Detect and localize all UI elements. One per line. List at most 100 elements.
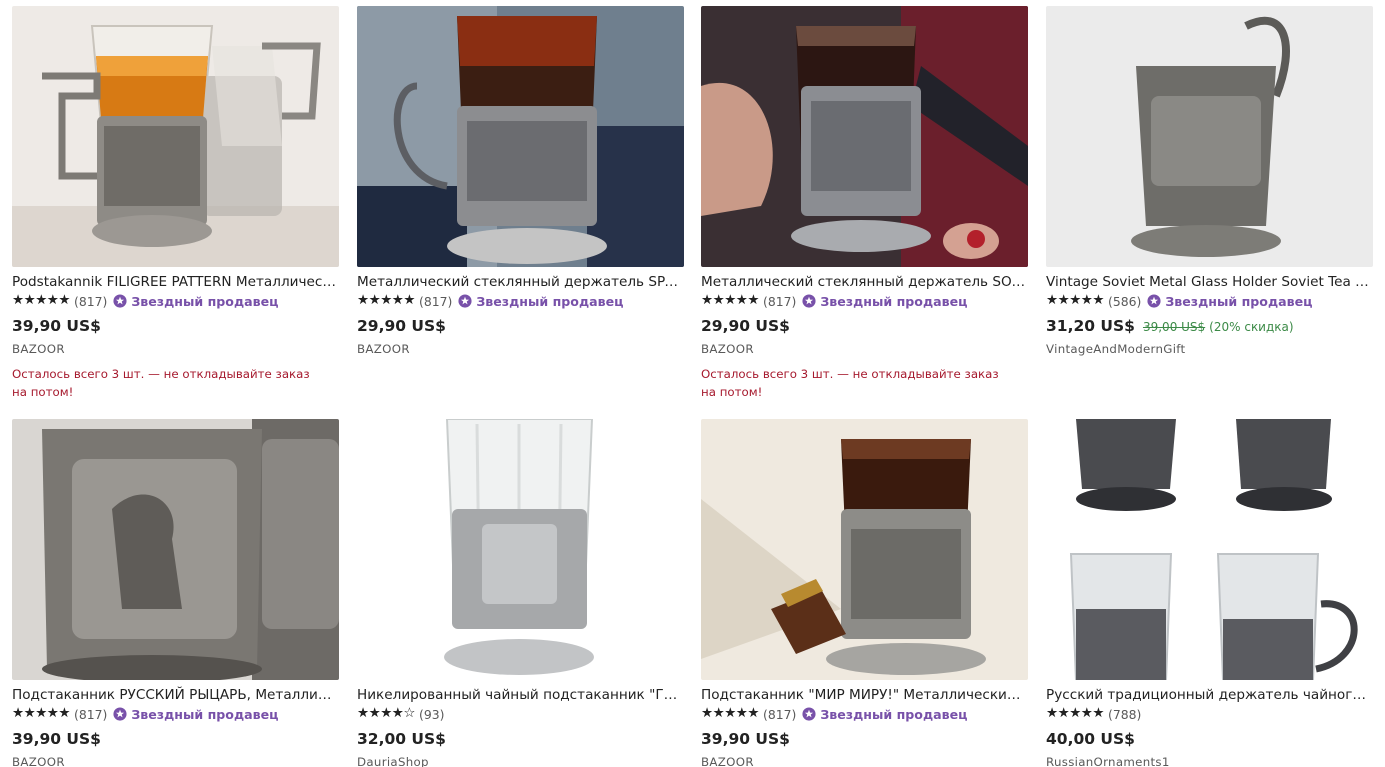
original-price: 39,00 US$ <box>1142 320 1206 334</box>
price-row: 32,00 US$ <box>357 730 684 751</box>
price-row: 40,00 US$ <box>1046 730 1373 751</box>
star-seller-label: Звездный продавец <box>820 706 968 722</box>
review-count: (817) <box>419 293 453 309</box>
star-seller-label: Звездный продавец <box>131 293 279 309</box>
price: 39,90 US$ <box>701 730 790 748</box>
shop-name[interactable]: BAZOOR <box>357 342 684 356</box>
listing-title[interactable]: Подстаканник "МИР МИРУ!" Металлический с… <box>701 686 1028 704</box>
star-seller-icon <box>458 294 472 308</box>
shop-name[interactable]: RussianOrnaments1 <box>1046 755 1373 767</box>
listing-card[interactable]: Подстаканник РУССКИЙ РЫЦАРЬ, Металлическ… <box>12 419 339 767</box>
listing-title[interactable]: Никелированный чайный подстаканник "Герб… <box>357 686 684 704</box>
star-seller-badge: Звездный продавец <box>113 294 278 309</box>
discount-label: (20% скидка) <box>1209 320 1294 334</box>
rating-row: ★★★★☆ (93) <box>357 704 684 724</box>
rating-row: ★★★★★ (817) Звездный продавец <box>12 704 339 724</box>
listing-image[interactable] <box>12 6 339 267</box>
rating-row: ★★★★★ (817) Звездный продавец <box>12 291 339 311</box>
review-count: (788) <box>1108 706 1142 722</box>
listing-card[interactable]: Русский традиционный держатель чайного с… <box>1046 419 1373 767</box>
price-row: 31,20 US$ 39,00 US$ (20% скидка) <box>1046 317 1373 338</box>
star-seller-icon <box>113 294 127 308</box>
price-row: 29,90 US$ <box>701 317 1028 338</box>
listing-title[interactable]: Русский традиционный держатель чайного с… <box>1046 686 1373 704</box>
star-seller-badge: Звездный продавец <box>113 707 278 722</box>
listing-card[interactable]: Vintage Soviet Metal Glass Holder Soviet… <box>1046 6 1373 356</box>
star-seller-label: Звездный продавец <box>131 706 279 722</box>
shop-name[interactable]: DauriaShop <box>357 755 684 767</box>
review-count: (586) <box>1108 293 1142 309</box>
star-seller-icon <box>802 707 816 721</box>
star-seller-label: Звездный продавец <box>1165 293 1313 309</box>
rating-row: ★★★★★ (817) Звездный продавец <box>357 291 684 311</box>
listing-image[interactable] <box>357 419 684 680</box>
listing-title[interactable]: Металлический стеклянный держатель SPACE… <box>357 273 684 291</box>
shop-name[interactable]: BAZOOR <box>12 342 339 356</box>
star-seller-label: Звездный продавец <box>820 293 968 309</box>
star-rating: ★★★★★ <box>701 705 760 722</box>
review-count: (817) <box>763 706 797 722</box>
listing-title[interactable]: Металлический стеклянный держатель SOVIE… <box>701 273 1028 291</box>
listing-card[interactable]: Металлический стеклянный держатель SPACE… <box>357 6 684 356</box>
price: 40,00 US$ <box>1046 730 1135 748</box>
shop-name[interactable]: BAZOOR <box>12 755 339 767</box>
listing-card[interactable]: Подстаканник "МИР МИРУ!" Металлический с… <box>701 419 1028 767</box>
star-rating: ★★★★★ <box>701 292 760 309</box>
listing-image[interactable] <box>1046 6 1373 267</box>
rating-row: ★★★★★ (817) Звездный продавец <box>701 704 1028 724</box>
star-seller-label: Звездный продавец <box>476 293 624 309</box>
listing-title[interactable]: Vintage Soviet Metal Glass Holder Soviet… <box>1046 273 1373 291</box>
star-rating: ★★★★☆ <box>357 705 416 722</box>
star-rating: ★★★★★ <box>1046 705 1105 722</box>
price-row: 29,90 US$ <box>357 317 684 338</box>
listing-image[interactable] <box>357 6 684 267</box>
price-row: 39,90 US$ <box>12 730 339 751</box>
listing-photo <box>701 6 1028 267</box>
review-count: (817) <box>763 293 797 309</box>
price: 39,90 US$ <box>12 317 101 335</box>
shop-name[interactable]: BAZOOR <box>701 342 1028 356</box>
star-rating: ★★★★★ <box>1046 292 1105 309</box>
listing-image[interactable] <box>1046 419 1373 680</box>
price-row: 39,90 US$ <box>12 317 339 338</box>
listing-photo <box>1046 419 1373 680</box>
star-rating: ★★★★★ <box>12 292 71 309</box>
star-rating: ★★★★★ <box>12 705 71 722</box>
listing-image[interactable] <box>701 6 1028 267</box>
price: 29,90 US$ <box>701 317 790 335</box>
listing-photo <box>701 419 1028 680</box>
price: 29,90 US$ <box>357 317 446 335</box>
price: 32,00 US$ <box>357 730 446 748</box>
star-seller-badge: Звездный продавец <box>802 294 967 309</box>
listing-photo <box>12 6 339 267</box>
listing-image[interactable] <box>12 419 339 680</box>
rating-row: ★★★★★ (817) Звездный продавец <box>701 291 1028 311</box>
star-seller-badge: Звездный продавец <box>1147 294 1312 309</box>
review-count: (817) <box>74 293 108 309</box>
price: 39,90 US$ <box>12 730 101 748</box>
listing-photo <box>357 6 684 267</box>
review-count: (93) <box>419 706 445 722</box>
listing-photo <box>357 419 684 680</box>
rating-row: ★★★★★ (586) Звездный продавец <box>1046 291 1373 311</box>
star-seller-icon <box>113 707 127 721</box>
star-seller-icon <box>1147 294 1161 308</box>
listing-card[interactable]: Никелированный чайный подстаканник "Герб… <box>357 419 684 767</box>
price: 31,20 US$ <box>1046 317 1135 335</box>
listing-photo <box>12 419 339 680</box>
stock-alert: Осталось всего 3 шт. — не откладывайте з… <box>12 367 310 399</box>
shop-name[interactable]: BAZOOR <box>701 755 1028 767</box>
review-count: (817) <box>74 706 108 722</box>
listing-title[interactable]: Подстаканник РУССКИЙ РЫЦАРЬ, Металлическ… <box>12 686 339 704</box>
shop-name[interactable]: VintageAndModernGift <box>1046 342 1373 356</box>
star-rating: ★★★★★ <box>357 292 416 309</box>
star-seller-icon <box>802 294 816 308</box>
listing-title[interactable]: Podstakannik FILIGREE PATTERN Металличес… <box>12 273 339 291</box>
listing-image[interactable] <box>701 419 1028 680</box>
star-seller-badge: Звездный продавец <box>802 707 967 722</box>
price-row: 39,90 US$ <box>701 730 1028 751</box>
listing-card[interactable]: Металлический стеклянный держатель SOVIE… <box>701 6 1028 401</box>
listing-card[interactable]: Podstakannik FILIGREE PATTERN Металличес… <box>12 6 339 401</box>
rating-row: ★★★★★ (788) <box>1046 704 1373 724</box>
listing-photo <box>1046 6 1373 267</box>
